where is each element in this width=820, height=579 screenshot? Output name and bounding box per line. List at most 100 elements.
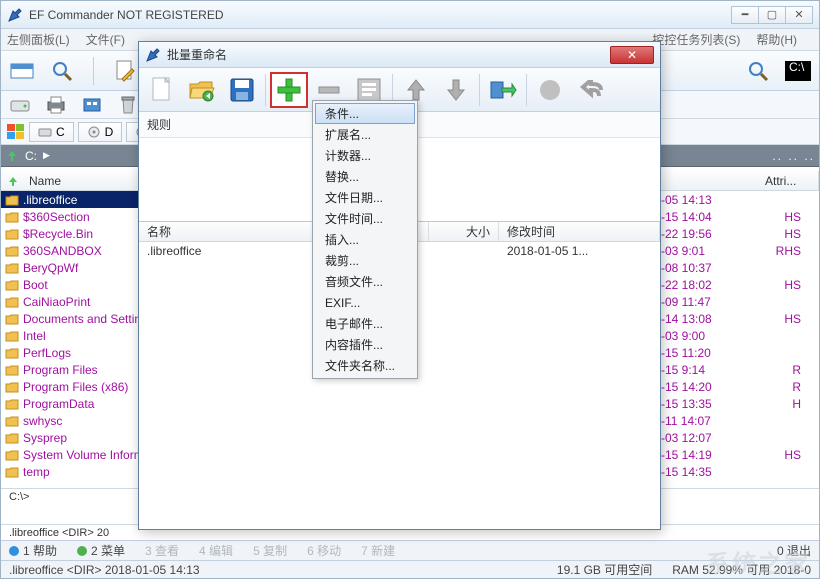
dropdown-item[interactable]: 裁剪... bbox=[315, 250, 415, 271]
list-item[interactable]: -15 14:04HS bbox=[661, 208, 819, 225]
drive-icon[interactable] bbox=[9, 94, 31, 116]
dropdown-item[interactable]: 文件日期... bbox=[315, 187, 415, 208]
list-item[interactable]: Sysprep bbox=[1, 429, 161, 446]
dropdown-item[interactable]: 计数器... bbox=[315, 145, 415, 166]
fn-help[interactable]: 1 帮助 bbox=[9, 542, 57, 559]
maximize-button[interactable]: ▢ bbox=[758, 6, 786, 24]
new-doc-icon[interactable] bbox=[143, 72, 181, 108]
dropdown-item[interactable]: 条件... bbox=[315, 103, 415, 124]
list-item[interactable]: System Volume Inform bbox=[1, 446, 161, 463]
current-path[interactable]: C: bbox=[25, 149, 37, 163]
dropdown-item[interactable]: 文件夹名称... bbox=[315, 355, 415, 376]
file-time: -08 10:37 bbox=[661, 261, 743, 275]
drive-c-button[interactable]: C bbox=[29, 122, 74, 142]
terminal-icon[interactable]: C:\ bbox=[785, 58, 811, 84]
open-folder-icon[interactable] bbox=[183, 72, 221, 108]
dropdown-item[interactable]: 插入... bbox=[315, 229, 415, 250]
window-controls: ━ ▢ ✕ bbox=[732, 6, 813, 24]
list-item[interactable]: -15 14:35 bbox=[661, 463, 819, 480]
add-rule-button[interactable] bbox=[270, 72, 308, 108]
dropdown-item[interactable]: 电子邮件... bbox=[315, 313, 415, 334]
file-name: BeryQpWf bbox=[23, 261, 78, 275]
list-item[interactable]: -15 13:35H bbox=[661, 395, 819, 412]
up-icon[interactable] bbox=[7, 175, 19, 187]
right-details-list[interactable]: -05 14:13-15 14:04HS-22 19:56HS-03 9:01R… bbox=[661, 191, 819, 524]
fn-move[interactable]: 6 移动 bbox=[307, 542, 341, 559]
dropdown-item[interactable]: 替换... bbox=[315, 166, 415, 187]
find-icon[interactable] bbox=[745, 58, 771, 84]
toolbar-icon-1[interactable] bbox=[9, 58, 35, 84]
list-item[interactable]: -15 14:19HS bbox=[661, 446, 819, 463]
list-item[interactable]: -15 14:20R bbox=[661, 378, 819, 395]
minimize-button[interactable]: ━ bbox=[731, 6, 759, 24]
list-item[interactable]: Program Files bbox=[1, 361, 161, 378]
dropdown-item[interactable]: 音频文件... bbox=[315, 271, 415, 292]
undo-icon[interactable] bbox=[571, 72, 609, 108]
save-icon[interactable] bbox=[223, 72, 261, 108]
list-item[interactable]: Program Files (x86) bbox=[1, 378, 161, 395]
drive-d-button[interactable]: D bbox=[78, 122, 123, 142]
trash-icon[interactable] bbox=[117, 94, 139, 116]
printer-icon[interactable] bbox=[45, 94, 67, 116]
close-button[interactable]: ✕ bbox=[785, 6, 813, 24]
file-time: -05 14:13 bbox=[661, 193, 743, 207]
preview-col-size[interactable]: 大小 bbox=[429, 222, 499, 241]
fn-exit[interactable]: 0 退出 bbox=[777, 542, 811, 559]
list-item[interactable]: PerfLogs bbox=[1, 344, 161, 361]
list-item[interactable]: -03 9:01RHS bbox=[661, 242, 819, 259]
windows-icon[interactable] bbox=[7, 124, 25, 140]
list-item[interactable]: -03 12:07 bbox=[661, 429, 819, 446]
left-file-list[interactable]: .libreoffice$360Section$Recycle.Bin360SA… bbox=[1, 191, 161, 524]
list-item[interactable]: Intel bbox=[1, 327, 161, 344]
list-item[interactable]: $Recycle.Bin bbox=[1, 225, 161, 242]
list-item[interactable]: -08 10:37 bbox=[661, 259, 819, 276]
dropdown-item[interactable]: 文件时间... bbox=[315, 208, 415, 229]
list-item[interactable]: BeryQpWf bbox=[1, 259, 161, 276]
run-icon[interactable] bbox=[484, 72, 522, 108]
dropdown-item[interactable]: 扩展名... bbox=[315, 124, 415, 145]
fn-copy[interactable]: 5 复制 bbox=[253, 542, 287, 559]
fn-new[interactable]: 7 新建 bbox=[361, 542, 395, 559]
up-arrow-icon[interactable] bbox=[5, 149, 19, 163]
list-item[interactable]: -15 11:20 bbox=[661, 344, 819, 361]
list-item[interactable]: ProgramData bbox=[1, 395, 161, 412]
list-item[interactable]: -11 14:07 bbox=[661, 412, 819, 429]
titlebar: EF Commander NOT REGISTERED ━ ▢ ✕ bbox=[1, 1, 819, 29]
list-item[interactable]: Documents and Setting bbox=[1, 310, 161, 327]
list-item[interactable]: -15 9:14R bbox=[661, 361, 819, 378]
list-item[interactable]: Boot bbox=[1, 276, 161, 293]
dropdown-item[interactable]: 内容插件... bbox=[315, 334, 415, 355]
dialog-close-button[interactable]: ✕ bbox=[610, 46, 654, 64]
list-item[interactable]: CaiNiaoPrint bbox=[1, 293, 161, 310]
fn-menu[interactable]: 2 菜单 bbox=[77, 542, 125, 559]
preview-col-date[interactable]: 修改时间 bbox=[499, 222, 660, 241]
list-item[interactable]: temp bbox=[1, 463, 161, 480]
list-item[interactable]: swhysc bbox=[1, 412, 161, 429]
file-time: -09 11:47 bbox=[661, 295, 743, 309]
list-item[interactable]: -05 14:13 bbox=[661, 191, 819, 208]
list-item[interactable]: -22 18:02HS bbox=[661, 276, 819, 293]
dropdown-item[interactable]: EXIF... bbox=[315, 292, 415, 313]
list-item[interactable]: 360SANDBOX bbox=[1, 242, 161, 259]
menu-file[interactable]: 文件(F) bbox=[86, 31, 125, 48]
move-down-icon[interactable] bbox=[437, 72, 475, 108]
fn-view[interactable]: 3 查看 bbox=[145, 542, 179, 559]
menu-tasks[interactable]: 控控任务列表(S) bbox=[652, 31, 740, 48]
file-time: -22 19:56 bbox=[661, 227, 743, 241]
column-attr[interactable]: Attri... bbox=[759, 171, 819, 190]
add-rule-dropdown[interactable]: 条件...扩展名...计数器...替换...文件日期...文件时间...插入..… bbox=[312, 100, 418, 379]
list-item[interactable]: -14 13:08HS bbox=[661, 310, 819, 327]
module-icon[interactable] bbox=[81, 94, 103, 116]
list-item[interactable]: -22 19:56HS bbox=[661, 225, 819, 242]
list-item[interactable]: -09 11:47 bbox=[661, 293, 819, 310]
edit-icon[interactable] bbox=[112, 58, 138, 84]
list-item[interactable]: $360Section bbox=[1, 208, 161, 225]
list-item[interactable]: .libreoffice bbox=[1, 191, 161, 208]
search-icon[interactable] bbox=[49, 58, 75, 84]
status-bar: .libreoffice <DIR> 2018-01-05 14:13 19.1… bbox=[1, 560, 819, 578]
menu-help[interactable]: 帮助(H) bbox=[756, 31, 797, 48]
path-dots[interactable]: .. .. .. bbox=[772, 149, 815, 163]
list-item[interactable]: -03 9:00 bbox=[661, 327, 819, 344]
menu-left-panel[interactable]: 左侧面板(L) bbox=[7, 31, 70, 48]
fn-edit[interactable]: 4 编辑 bbox=[199, 542, 233, 559]
